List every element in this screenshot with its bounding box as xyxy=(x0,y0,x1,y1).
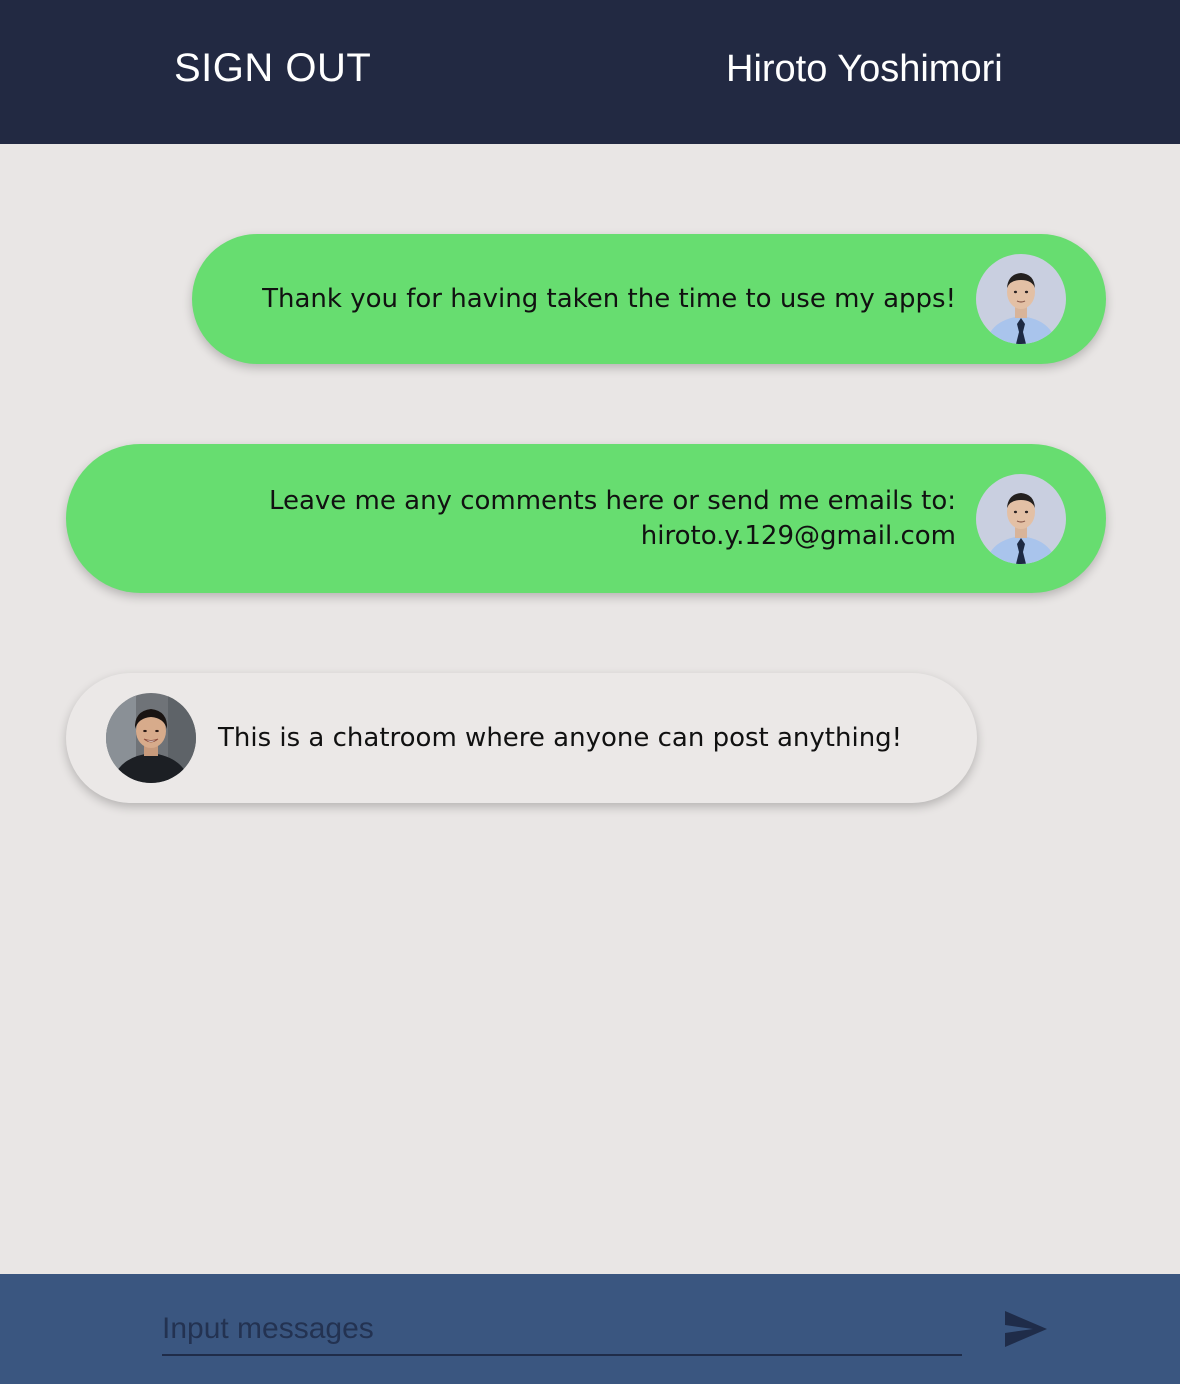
message-line: Leave me any comments here or send me em… xyxy=(268,485,956,516)
message-line: This is a chatroom where anyone can post… xyxy=(218,722,903,753)
message-bubble-sent: Leave me any comments here or send me em… xyxy=(66,444,1106,593)
send-button[interactable] xyxy=(1000,1308,1052,1352)
chat-app: SIGN OUT Hiroto Yoshimori Thank you for … xyxy=(0,0,1180,1384)
message-composer xyxy=(0,1274,1180,1384)
message-list[interactable]: Thank you for having taken the time to u… xyxy=(0,144,1180,1274)
sign-out-button[interactable]: SIGN OUT xyxy=(174,44,371,92)
message-text: This is a chatroom where anyone can post… xyxy=(218,721,902,756)
avatar-icon xyxy=(106,693,196,783)
message-email-line: hiroto.y.129@gmail.com xyxy=(640,520,956,551)
message-bubble-received: This is a chatroom where anyone can post… xyxy=(66,673,977,803)
send-icon xyxy=(1005,1310,1047,1347)
message-text: Thank you for having taken the time to u… xyxy=(262,282,956,317)
app-header: SIGN OUT Hiroto Yoshimori xyxy=(0,0,1180,144)
avatar-icon xyxy=(976,254,1066,344)
message-line: Thank you for having taken the time to u… xyxy=(262,283,956,314)
user-name: Hiroto Yoshimori xyxy=(726,48,1003,90)
message-bubble-sent: Thank you for having taken the time to u… xyxy=(192,234,1106,364)
message-text: Leave me any comments here or send me em… xyxy=(269,484,956,554)
avatar-icon xyxy=(976,473,1066,564)
message-input[interactable] xyxy=(162,1304,962,1356)
